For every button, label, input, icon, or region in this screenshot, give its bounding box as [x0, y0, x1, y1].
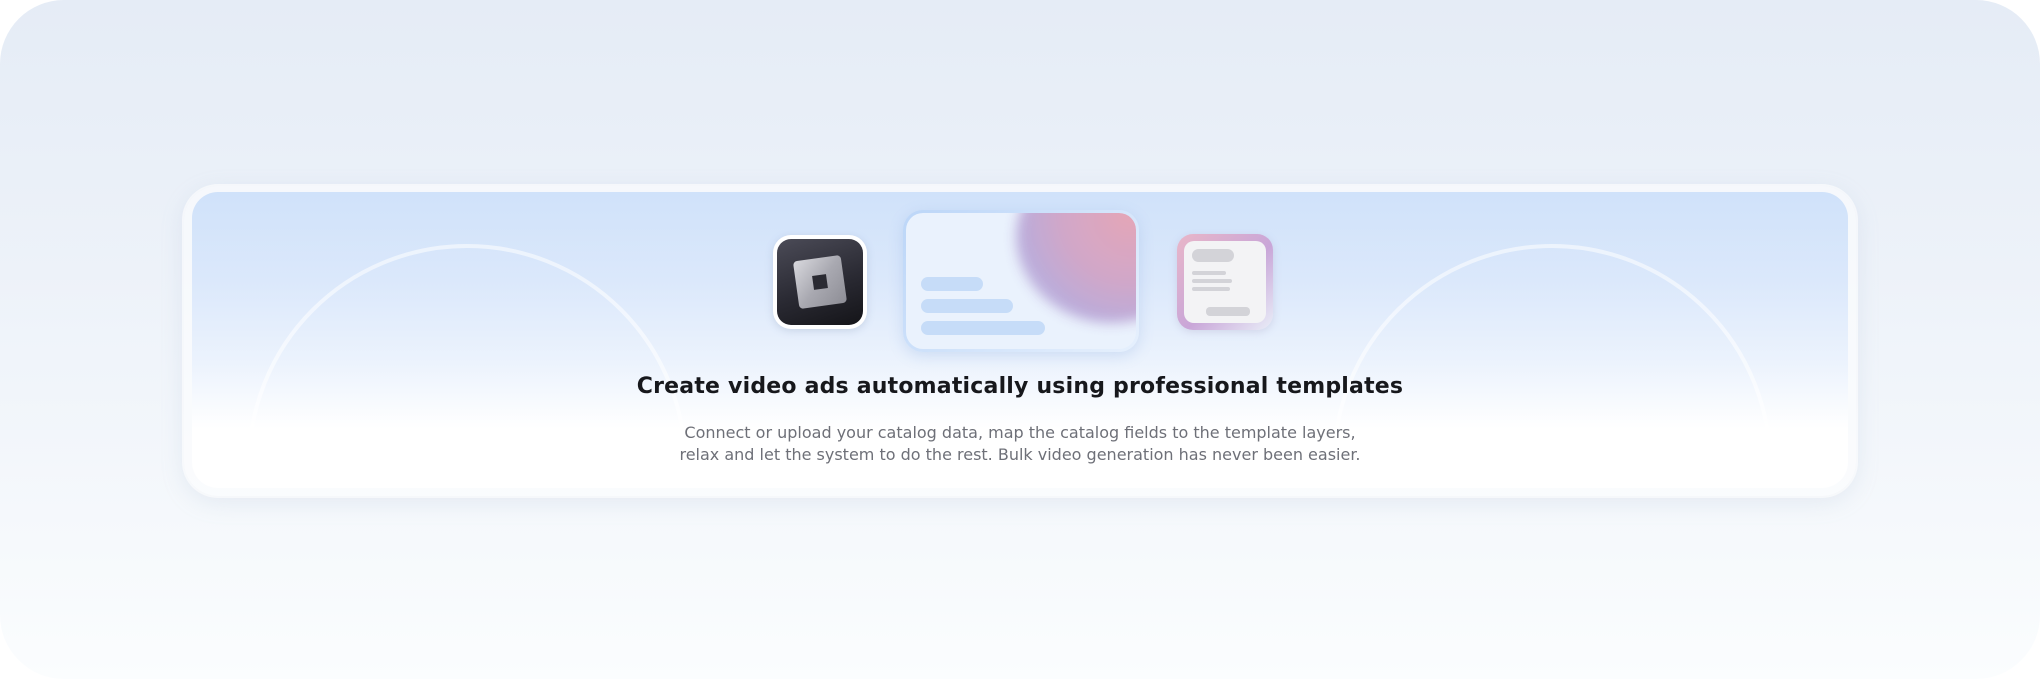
app-logo-icon: [773, 235, 867, 329]
document-heading-line: [1192, 249, 1234, 262]
template-preview-face: [906, 213, 1136, 349]
document-face: [1184, 241, 1266, 323]
document-text-line: [1192, 271, 1226, 275]
catalog-document-icon: [1177, 234, 1273, 330]
app-logo-tile: [792, 254, 848, 310]
description-line-1: Connect or upload your catalog data, map…: [684, 423, 1356, 442]
placeholder-bar: [921, 277, 983, 291]
document-text-line: [1192, 287, 1230, 291]
placeholder-bar: [921, 321, 1045, 335]
video-template-preview-icon: [903, 210, 1139, 352]
document-button-line: [1206, 307, 1250, 316]
placeholder-bar: [921, 299, 1013, 313]
description-line-2: relax and let the system to do the rest.…: [679, 445, 1361, 464]
gradient-blob: [1016, 213, 1136, 323]
empty-state-title: Create video ads automatically using pro…: [636, 374, 1404, 399]
document-text-line: [1192, 279, 1232, 283]
empty-state-description: Connect or upload your catalog data, map…: [192, 422, 1848, 466]
empty-state-panel: Create video ads automatically using pro…: [192, 192, 1848, 488]
app-logo-face: [777, 239, 863, 325]
illustration-row: [192, 192, 1848, 362]
app-logo-center: [812, 274, 828, 290]
empty-state-card: Create video ads automatically using pro…: [184, 186, 1856, 496]
page-background: Create video ads automatically using pro…: [0, 0, 2040, 679]
